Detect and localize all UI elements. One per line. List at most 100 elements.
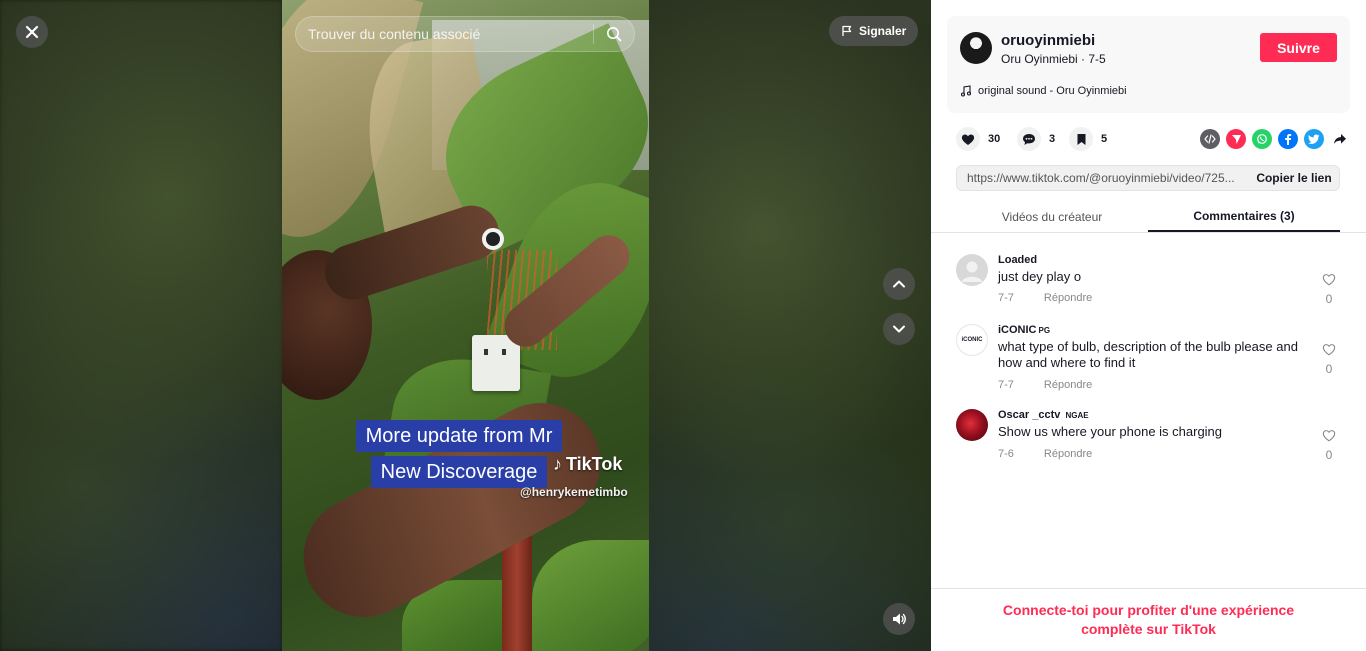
author-display-line: Oru Oyinmiebi · 7-5 — [1001, 52, 1106, 66]
default-avatar-icon — [962, 261, 982, 282]
comment-text: Show us where your phone is charging — [998, 424, 1223, 439]
tab-creator-videos[interactable]: Vidéos du créateur — [956, 201, 1148, 232]
embed-icon — [1204, 134, 1216, 144]
comment-avatar-logo: iCONIC — [961, 337, 983, 343]
reply-button[interactable]: Répondre — [1044, 448, 1092, 460]
tiktok-watermark-label: TikTok — [566, 454, 623, 474]
previous-video-button[interactable] — [883, 268, 915, 300]
comment-like-count: 0 — [1325, 448, 1333, 462]
volume-icon — [893, 613, 906, 625]
comment-meta: 7-7 Répondre — [998, 292, 1092, 304]
heart-icon — [961, 133, 975, 145]
sound-link[interactable]: original sound - Oru Oyinmiebi — [960, 85, 1127, 97]
close-icon — [25, 25, 39, 39]
comment-username-text: Loaded — [998, 254, 1038, 266]
comment-username[interactable]: iCONIC PG — [998, 324, 1050, 336]
volume-button[interactable] — [883, 603, 915, 635]
twitter-share-button[interactable] — [1304, 129, 1324, 149]
details-panel: oruoyinmiebi Oru Oyinmiebi · 7-5 Suivre … — [931, 0, 1366, 651]
comment-user-tag: PG — [1038, 326, 1051, 335]
like-action[interactable]: 30 — [956, 127, 1000, 151]
music-note-icon — [960, 85, 972, 97]
share-buttons — [1200, 129, 1350, 149]
comment-like-count: 0 — [1325, 292, 1333, 306]
send-to-friends-button[interactable] — [1226, 129, 1246, 149]
flag-icon — [842, 25, 852, 36]
comment-username-text: iCONIC — [998, 324, 1037, 336]
more-share-button[interactable] — [1330, 129, 1350, 149]
heart-outline-icon — [1322, 274, 1336, 286]
embed-button[interactable] — [1200, 129, 1220, 149]
like-count: 30 — [988, 133, 1001, 145]
caption-line-2: New Discoverage — [370, 456, 548, 488]
comment-like-button[interactable]: 0 — [1314, 273, 1344, 306]
author-avatar[interactable] — [960, 32, 992, 64]
bookmark-icon — [1077, 133, 1085, 145]
facebook-share-button[interactable] — [1278, 129, 1298, 149]
tab-comments[interactable]: Commentaires (3) — [1148, 201, 1340, 232]
watermark-username: @henrykemetimbo — [520, 485, 628, 499]
comment-username-text: Oscar _cctv — [998, 409, 1061, 421]
video-bulb — [482, 228, 504, 250]
forward-icon — [1334, 134, 1346, 144]
comment-username[interactable]: Oscar _cctv NGAE — [998, 409, 1089, 421]
login-prompt-link[interactable]: Connecte-toi pour profiter d'une expérie… — [984, 601, 1314, 639]
report-label: Signaler — [859, 24, 907, 38]
comment-count: 3 — [1049, 133, 1056, 145]
whatsapp-icon — [1257, 134, 1267, 144]
sound-label: original sound - Oru Oyinmiebi — [978, 85, 1127, 97]
search-icon — [607, 27, 622, 42]
comment-avatar[interactable]: iCONIC — [956, 324, 988, 356]
comment-button[interactable] — [1017, 127, 1041, 151]
reply-button[interactable]: Répondre — [1044, 379, 1092, 391]
whatsapp-share-button[interactable] — [1252, 129, 1272, 149]
heart-outline-icon — [1322, 430, 1336, 442]
report-button[interactable]: Signaler — [829, 16, 919, 46]
copy-link-button[interactable]: Copier le lien — [1249, 166, 1339, 190]
engagement-bar: 30 3 5 — [947, 127, 1350, 151]
comment-avatar[interactable] — [956, 254, 988, 286]
caption-line-1: More update from Mr — [355, 420, 563, 452]
video-link-box: https://www.tiktok.com/@oruoyinmiebi/vid… — [956, 165, 1340, 191]
search-button[interactable] — [594, 16, 634, 52]
comment-like-button[interactable]: 0 — [1314, 429, 1344, 462]
tiktok-note-icon: ♪ — [553, 454, 562, 474]
comment-meta: 7-7 Répondre — [998, 379, 1092, 391]
comment-action[interactable]: 3 — [1017, 127, 1055, 151]
login-footer: Connecte-toi pour profiter d'une expérie… — [931, 588, 1366, 651]
comment-user-tag: NGAE — [1065, 411, 1089, 420]
follow-button[interactable]: Suivre — [1260, 33, 1337, 62]
comment-date: 7-6 — [998, 448, 1014, 460]
facebook-icon — [1285, 134, 1292, 145]
comment-date: 7-7 — [998, 379, 1014, 391]
comment-icon — [1023, 133, 1035, 145]
comment-meta: 7-6 Répondre — [998, 448, 1092, 460]
twitter-icon — [1308, 134, 1320, 144]
save-button[interactable] — [1069, 127, 1093, 151]
save-count: 5 — [1101, 133, 1108, 145]
video-caption: More update from Mr New Discoverage — [345, 420, 573, 488]
video-player-area: More update from Mr New Discoverage ♪ Ti… — [0, 0, 931, 651]
comment-username[interactable]: Loaded — [998, 254, 1037, 266]
video-leaf — [532, 540, 649, 651]
author-card: oruoyinmiebi Oru Oyinmiebi · 7-5 Suivre … — [947, 16, 1350, 113]
next-video-button[interactable] — [883, 313, 915, 345]
video-url[interactable]: https://www.tiktok.com/@oruoyinmiebi/vid… — [957, 171, 1249, 185]
close-button[interactable] — [16, 16, 48, 48]
heart-outline-icon — [1322, 344, 1336, 356]
panel-tabs: Vidéos du créateur Commentaires (3) — [931, 201, 1366, 233]
comment-like-count: 0 — [1325, 362, 1333, 376]
comment-like-button[interactable]: 0 — [1314, 343, 1344, 376]
related-search-bar[interactable] — [295, 16, 635, 52]
comment-avatar[interactable] — [956, 409, 988, 441]
video-socket — [472, 335, 520, 391]
author-username[interactable]: oruoyinmiebi — [1001, 32, 1095, 49]
chevron-down-icon — [893, 325, 905, 333]
reply-button[interactable]: Répondre — [1044, 292, 1092, 304]
tiktok-watermark: ♪ TikTok — [553, 454, 622, 475]
comment-text: just dey play o — [998, 269, 1082, 284]
like-button[interactable] — [956, 127, 980, 151]
save-action[interactable]: 5 — [1069, 127, 1107, 151]
video-frame[interactable] — [282, 0, 649, 651]
search-input[interactable] — [296, 17, 593, 51]
